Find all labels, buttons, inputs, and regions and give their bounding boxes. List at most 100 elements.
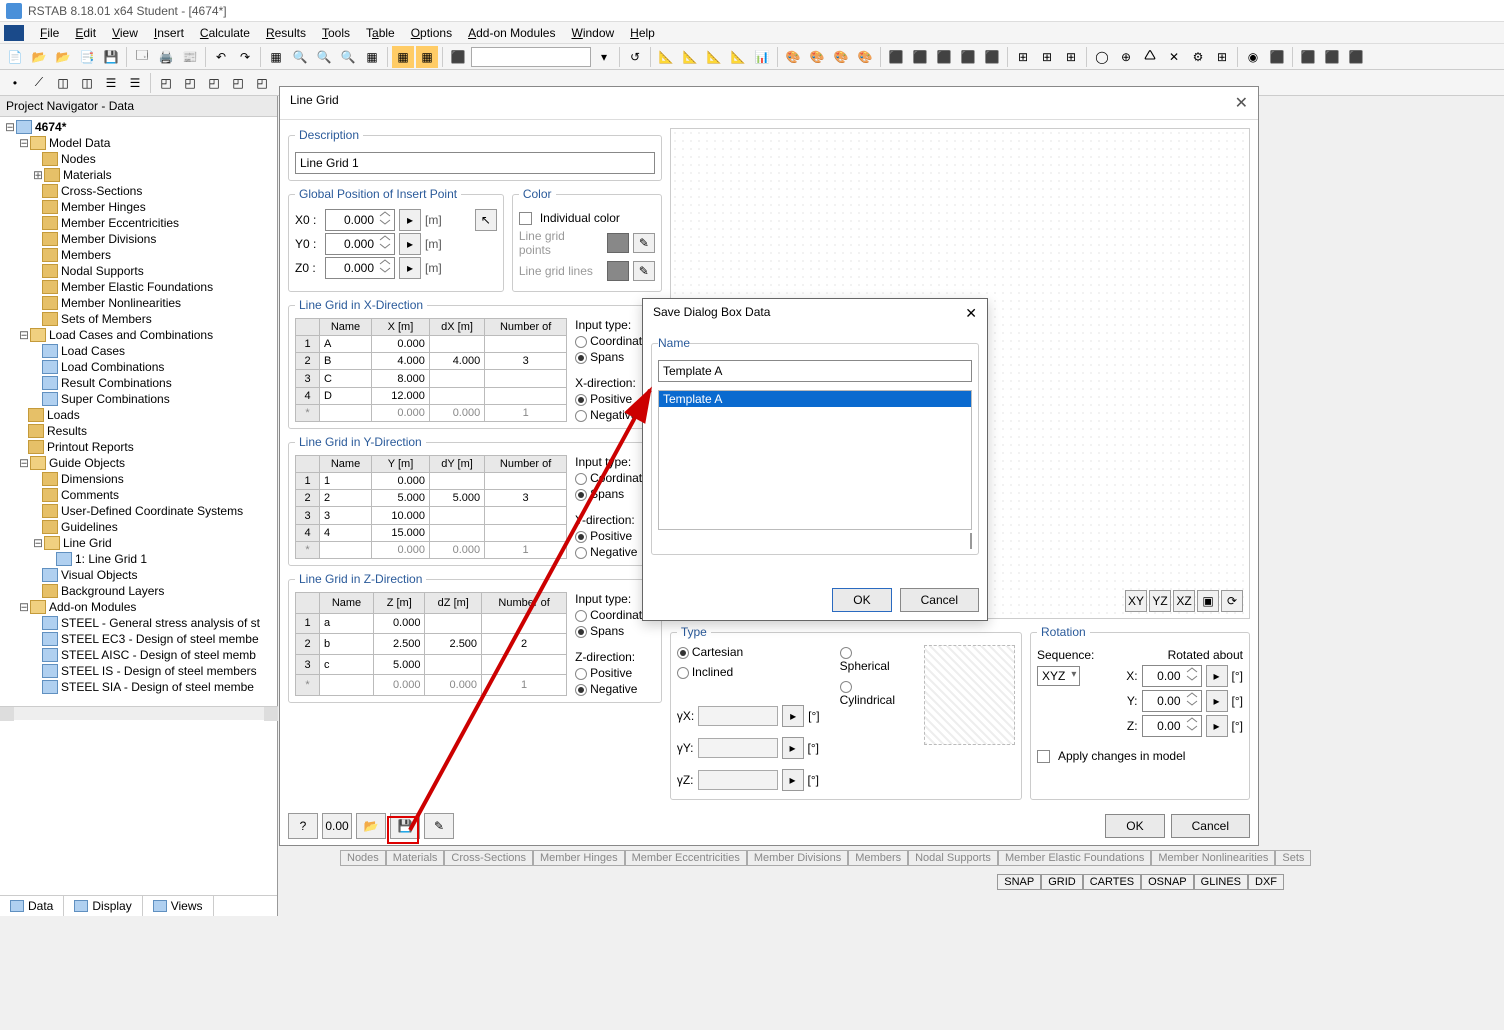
- y0-input[interactable]: [325, 233, 395, 255]
- tree-item[interactable]: STEEL IS - Design of steel members: [61, 664, 257, 678]
- y-grid-table[interactable]: NameY [m]dY [m]Number of 110.000225.0005…: [295, 455, 567, 559]
- app-menu-icon[interactable]: [4, 25, 24, 41]
- tree-item[interactable]: Load Combinations: [61, 360, 164, 374]
- tool-icon[interactable]: 📐: [679, 46, 701, 68]
- model-tab[interactable]: Nodal Supports: [908, 850, 998, 866]
- model-tab[interactable]: Member Elastic Foundations: [998, 850, 1151, 866]
- tool-zoom-icon[interactable]: 🔍: [337, 46, 359, 68]
- horizontal-scrollbar[interactable]: [0, 706, 278, 720]
- tool-save-icon[interactable]: 💾: [100, 46, 122, 68]
- status-toggle[interactable]: SNAP: [997, 874, 1041, 890]
- tool-icon[interactable]: ◰: [203, 72, 225, 94]
- tree-item[interactable]: Member Eccentricities: [61, 216, 179, 230]
- tree-item[interactable]: Background Layers: [61, 584, 164, 598]
- menu-addon[interactable]: Add-on Modules: [460, 24, 563, 42]
- tool-icon[interactable]: ⬛: [1266, 46, 1288, 68]
- tree-item[interactable]: Printout Reports: [47, 440, 134, 454]
- menu-view[interactable]: View: [104, 24, 146, 42]
- tree-item[interactable]: Member Hinges: [61, 200, 146, 214]
- tool-icon[interactable]: ◫: [76, 72, 98, 94]
- tool-icon[interactable]: ⬛: [933, 46, 955, 68]
- menu-tools[interactable]: Tools: [314, 24, 358, 42]
- tree-model-data[interactable]: Model Data: [49, 136, 110, 150]
- tree-item[interactable]: Result Combinations: [61, 376, 172, 390]
- step-btn[interactable]: ▸: [399, 233, 421, 255]
- model-tab[interactable]: Members: [848, 850, 908, 866]
- close-icon[interactable]: ✕: [1235, 93, 1248, 113]
- rot-x-input[interactable]: [1142, 665, 1202, 687]
- tool-icon[interactable]: 🎨: [782, 46, 804, 68]
- cancel-button[interactable]: Cancel: [1171, 814, 1250, 838]
- positive-radio[interactable]: Positive: [575, 666, 655, 680]
- tool-print-icon[interactable]: 🖨️: [155, 46, 177, 68]
- tool-icon[interactable]: 🎨: [830, 46, 852, 68]
- template-list[interactable]: Template A: [658, 390, 972, 530]
- tree-item[interactable]: STEEL SIA - Design of steel membe: [61, 680, 254, 694]
- tree-item[interactable]: Member Elastic Foundations: [61, 280, 213, 294]
- tool-icon[interactable]: 📊: [751, 46, 773, 68]
- z-grid-table[interactable]: NameZ [m]dZ [m]Number of 1a0.0002b2.5002…: [295, 592, 567, 696]
- tool-icon[interactable]: ◯: [1091, 46, 1113, 68]
- view-iso-icon[interactable]: ▣: [1197, 590, 1219, 612]
- tool-icon[interactable]: 🎨: [806, 46, 828, 68]
- tab-views[interactable]: Views: [143, 896, 214, 916]
- tool-icon[interactable]: ⬛: [447, 46, 469, 68]
- x-grid-table[interactable]: NameX [m]dX [m]Number of 1A0.0002B4.0004…: [295, 318, 567, 422]
- view-yz-icon[interactable]: YZ: [1149, 590, 1171, 612]
- tool-icon[interactable]: ⬛: [885, 46, 907, 68]
- status-toggle[interactable]: CARTES: [1083, 874, 1141, 890]
- tool-icon[interactable]: ⊞: [1060, 46, 1082, 68]
- tool-icon[interactable]: 📑: [76, 46, 98, 68]
- delete-icon[interactable]: [970, 533, 972, 549]
- tool-icon[interactable]: ⬛: [909, 46, 931, 68]
- tool-icon[interactable]: ◰: [155, 72, 177, 94]
- model-tab[interactable]: Nodes: [340, 850, 386, 866]
- tree-item[interactable]: Guidelines: [61, 520, 118, 534]
- tool-icon[interactable]: ⚙: [1187, 46, 1209, 68]
- description-input[interactable]: [295, 152, 655, 174]
- tool-zoom-icon[interactable]: 🔍: [289, 46, 311, 68]
- apply-changes-checkbox[interactable]: [1037, 750, 1050, 763]
- list-item[interactable]: Template A: [659, 391, 971, 407]
- tree-item[interactable]: STEEL - General stress analysis of st: [61, 616, 260, 630]
- tree-item[interactable]: Cross-Sections: [61, 184, 142, 198]
- tree-item[interactable]: Nodal Supports: [61, 264, 144, 278]
- ok-button[interactable]: OK: [832, 588, 891, 612]
- rot-z-input[interactable]: [1142, 715, 1202, 737]
- tree-item[interactable]: Guide Objects: [49, 456, 125, 470]
- tree-item[interactable]: Load Cases: [61, 344, 125, 358]
- model-tab[interactable]: Cross-Sections: [444, 850, 533, 866]
- points-color-swatch[interactable]: [607, 233, 629, 253]
- tree-item[interactable]: STEEL EC3 - Design of steel membe: [61, 632, 259, 646]
- view-refresh-icon[interactable]: ⟳: [1221, 590, 1243, 612]
- tree-item[interactable]: Sets of Members: [61, 312, 152, 326]
- edit-icon[interactable]: ✎: [424, 813, 454, 839]
- tool-redo-icon[interactable]: ↷: [234, 46, 256, 68]
- model-tab[interactable]: Member Eccentricities: [625, 850, 747, 866]
- units-icon[interactable]: 0.00: [322, 813, 352, 839]
- tool-icon[interactable]: ▦: [265, 46, 287, 68]
- menu-help[interactable]: Help: [622, 24, 663, 42]
- model-tab[interactable]: Sets: [1275, 850, 1311, 866]
- tool-icon[interactable]: 🎨: [854, 46, 876, 68]
- tool-icon[interactable]: ◰: [227, 72, 249, 94]
- inclined-radio[interactable]: Inclined: [677, 665, 820, 679]
- close-icon[interactable]: ✕: [965, 305, 977, 322]
- ok-button[interactable]: OK: [1105, 814, 1164, 838]
- tree-item[interactable]: Members: [61, 248, 111, 262]
- gamma-x-input[interactable]: [698, 706, 778, 726]
- tool-icon[interactable]: ⬛: [957, 46, 979, 68]
- tool-icon[interactable]: ◰: [251, 72, 273, 94]
- lines-color-swatch[interactable]: [607, 261, 629, 281]
- cylindrical-radio[interactable]: Cylindrical: [840, 679, 904, 707]
- model-tab[interactable]: Member Hinges: [533, 850, 625, 866]
- tool-icon[interactable]: ✕: [1163, 46, 1185, 68]
- x0-input[interactable]: [325, 209, 395, 231]
- menu-file[interactable]: File: [32, 24, 67, 42]
- tool-icon[interactable]: ☰: [100, 72, 122, 94]
- status-toggle[interactable]: DXF: [1248, 874, 1284, 890]
- tree-item[interactable]: Super Combinations: [61, 392, 170, 406]
- step-btn[interactable]: ▸: [399, 257, 421, 279]
- tree-root[interactable]: 4674*: [35, 120, 66, 134]
- tool-icon[interactable]: ☰: [124, 72, 146, 94]
